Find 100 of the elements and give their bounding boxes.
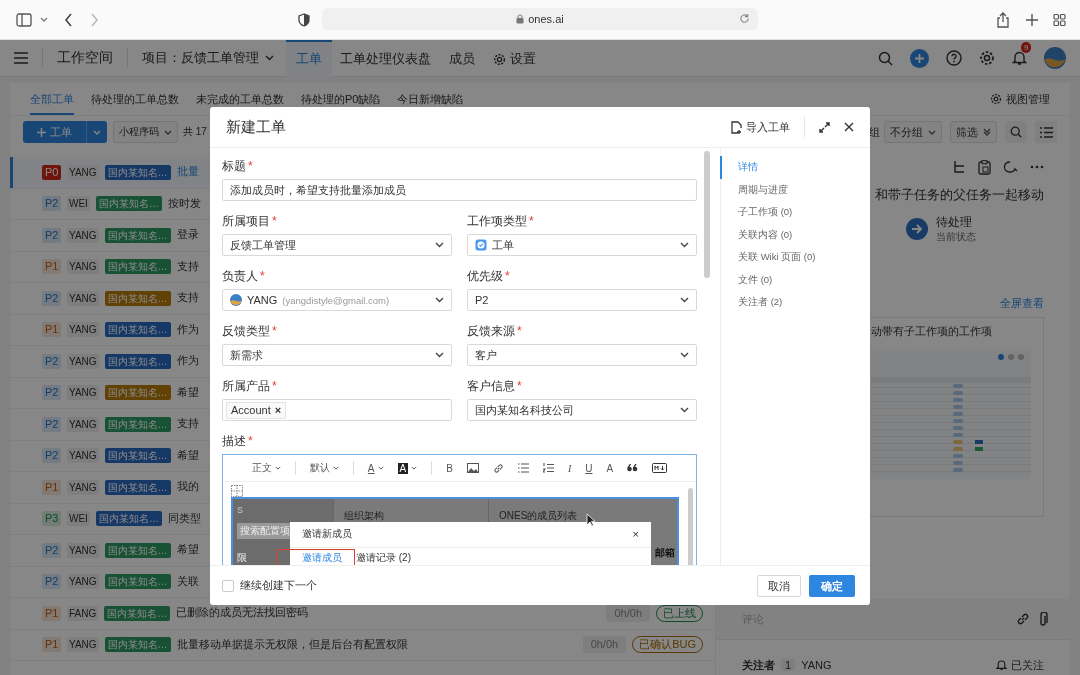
share-icon[interactable] [997,11,1009,28]
reload-icon[interactable] [739,13,750,24]
checkbox[interactable] [222,579,234,592]
select-field[interactable]: 新需求 [222,344,452,366]
underline-button[interactable]: U [585,462,593,474]
shield-icon[interactable] [298,12,310,27]
nav-tab[interactable]: 工单 [286,40,332,77]
nav-tab[interactable]: 工单处理仪表盘 [330,40,441,77]
nav-tab[interactable]: 成员 [439,40,485,77]
ticket-title[interactable]: 登录 [176,228,199,243]
text-color-button[interactable]: A [367,462,384,474]
cancel-button[interactable]: 取消 [757,574,801,597]
section-link[interactable]: 文件 (0) [720,268,870,291]
ticket-title[interactable]: 按时发 [167,196,201,211]
search-icon[interactable] [878,50,893,66]
sort-select[interactable]: 小程序码 [113,121,178,143]
address-bar[interactable]: ones.ai [322,8,758,30]
ticket-title[interactable]: 支持 [176,291,199,306]
fullscreen-link[interactable]: 全屏查看 [1000,296,1044,311]
customer-tag: 国内某知名… [104,353,171,369]
settings-icon[interactable] [979,50,995,66]
menu-icon[interactable] [14,52,28,64]
ticket-title[interactable]: 批量移动单据提示无权限，但是后台有配置权限 [176,637,408,652]
view-tab[interactable]: 全部工单 [30,83,74,115]
italic-button[interactable]: I [567,462,572,474]
new-tab-icon[interactable] [1026,13,1038,26]
hierarchy-icon[interactable] [952,160,966,174]
title-field[interactable]: 添加成员时，希望支持批量添加成员 [222,179,697,201]
remove-tag-button[interactable]: × [274,402,282,418]
avatar[interactable] [1044,47,1066,69]
ticket-title[interactable]: 关联 [176,574,199,589]
sidebar-icon[interactable] [16,12,32,27]
select-field[interactable]: 客户 [467,344,697,366]
checkbox-label[interactable]: 继续创建下一个 [240,578,317,593]
project-selector[interactable]: 项目：反馈工单管理 [142,49,274,67]
view-manage-button[interactable]: 视图管理 [990,91,1050,107]
select-field[interactable]: P2 [467,289,697,311]
select-field[interactable]: 反馈工单管理 [222,234,452,256]
format-button[interactable]: B [446,462,453,474]
column-heading: ONES的成员列表 [499,510,578,521]
clipboard-icon[interactable] [978,159,991,175]
ticket-title[interactable]: 作为 [176,322,199,337]
view-tab[interactable]: 待处理的工单总数 [91,83,179,115]
import-button[interactable]: 导入工单 [731,119,790,135]
format-select[interactable]: 正文 [251,461,281,475]
ticket-title[interactable]: 批量 [176,165,199,180]
column-heading: 邮箱 [655,546,675,560]
ticket-title[interactable]: 同类型 [167,511,201,526]
markdown-icon[interactable] [652,463,668,473]
scrollbar[interactable] [704,151,710,278]
filter-button[interactable]: 筛选 [950,121,997,143]
search-button[interactable] [1005,121,1027,143]
section-link[interactable]: 关注者 (2) [720,291,870,314]
chevron-down-icon[interactable] [40,16,48,23]
section-link[interactable]: 详情 [720,156,870,179]
list-view-button[interactable] [1035,121,1057,143]
format-button[interactable]: A [606,462,614,474]
select-field[interactable]: YANG (yangdistyle@gmail.com) [222,289,452,311]
section-link[interactable]: 关联 Wiki 页面 (0) [720,246,870,269]
format-select[interactable]: 默认 [309,461,339,475]
paperclip-icon[interactable] [1038,611,1048,627]
sidebar-letter: S [237,505,243,515]
bell-icon[interactable] [1012,50,1027,66]
workspace-link[interactable]: 工作空间 [57,49,113,67]
ticket-title[interactable]: 已删除的成员无法找回密码 [176,606,309,621]
ticket-title[interactable]: 支持 [176,259,199,274]
ticket-title[interactable]: 希望 [176,385,199,400]
follow-button[interactable]: 已关注 [996,657,1044,673]
ticket-title[interactable]: 希望 [176,543,199,558]
select-field[interactable]: 工单 [467,234,697,256]
nav-tab[interactable]: 设置 [483,40,546,77]
close-icon[interactable] [844,122,854,132]
ticket-title[interactable]: 希望 [176,448,199,463]
confirm-button[interactable]: 确定 [809,574,855,597]
select-field[interactable]: 国内某知名科技公司 [467,399,697,421]
section-link[interactable]: 关联内容 (0) [720,223,870,246]
numbered-list-icon[interactable] [542,463,554,473]
add-icon[interactable] [910,48,929,68]
chevron-down-icon [928,129,936,135]
arrow-right-icon[interactable] [906,218,928,240]
ticket-title[interactable]: 作为 [176,354,199,369]
tab-overview-icon[interactable] [1053,13,1066,26]
scrollbar[interactable] [688,488,693,565]
link-icon[interactable] [492,462,504,474]
description-editor[interactable]: 正文 默认 A A B I U A S 搜索配置项 限 组织架构 ONES的成员列表 邮箱 邀请新成员 × 邀请成员 邀请记录 (2) [222,454,697,565]
table-handle-icon[interactable] [231,485,243,497]
more-icon[interactable] [1030,165,1044,169]
ticket-title[interactable]: 支持 [176,417,199,432]
new-ticket-button[interactable]: 工单 [23,121,86,143]
tag-field[interactable]: Account × [222,399,452,421]
expand-icon[interactable] [819,121,830,133]
section-link[interactable]: 周期与进度 [720,178,870,201]
link-icon[interactable] [1016,612,1030,626]
back-icon[interactable] [64,12,73,27]
ticket-title[interactable]: 我的 [176,480,199,495]
quote-icon[interactable] [627,464,639,472]
section-link[interactable]: 子工作项 (0) [720,201,870,224]
image-icon[interactable] [466,463,479,473]
help-icon[interactable] [946,50,962,66]
group-select[interactable]: 不分组 [884,121,942,143]
